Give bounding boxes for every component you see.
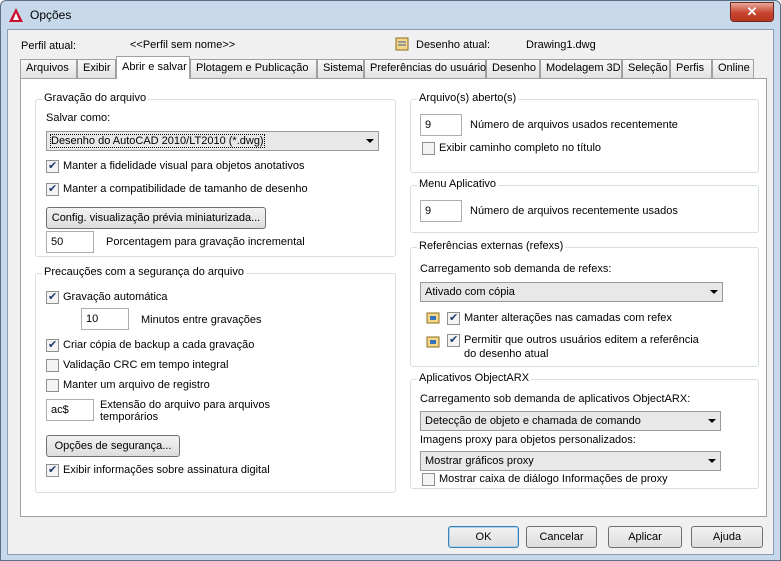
proxy-images-label: Imagens proxy para objetos personalizado…	[420, 434, 636, 446]
open-files-group: Arquivo(s) aberto(s) 9 Número de arquivo…	[410, 92, 759, 173]
file-save-title: Gravação do arquivo	[42, 92, 149, 104]
app-menu-group: Menu Aplicativo 9 Número de arquivos rec…	[410, 178, 759, 233]
digital-signature-checkbox[interactable]	[46, 463, 59, 477]
visual-fidelity-checkbox[interactable]	[46, 159, 59, 173]
security-options-button[interactable]: Opções de segurança...	[46, 435, 180, 457]
save-as-label: Salvar como:	[46, 112, 111, 124]
temp-ext-label-2: temporários	[100, 411, 159, 423]
xrefs-group: Referências externas (refexs) Carregamen…	[410, 240, 759, 367]
crc-checkbox[interactable]	[46, 359, 59, 372]
xref-demand-label: Carregamento sob demanda de refexs:	[420, 263, 612, 275]
tab-online[interactable]: Online	[712, 59, 754, 78]
cancel-button[interactable]: Cancelar	[526, 526, 597, 548]
tab-panel: Gravação do arquivo Salvar como: Desenho…	[20, 78, 767, 517]
app-menu-recent-label: Número de arquivos recentemente usados	[470, 205, 678, 217]
tab-arquivos[interactable]: Arquivos	[20, 59, 77, 78]
open-files-title: Arquivo(s) aberto(s)	[417, 92, 519, 104]
options-dialog: Opções ✕ Perfil atual: <<Perfil sem nome…	[0, 0, 781, 561]
window-title: Opções	[30, 8, 72, 22]
tab-plotagem[interactable]: Plotagem e Publicação	[190, 59, 317, 78]
drawing-value: Drawing1.dwg	[526, 39, 596, 51]
tab-selecao[interactable]: Seleção	[622, 59, 670, 78]
recent-files-input[interactable]: 9	[420, 114, 462, 136]
incremental-save-input[interactable]: 50	[46, 231, 94, 253]
proxy-dialog-checkbox[interactable]	[422, 473, 435, 486]
autocad-logo-icon	[9, 8, 23, 22]
xref-edit-icon	[426, 336, 440, 348]
autosave-checkbox[interactable]	[46, 290, 59, 304]
help-button[interactable]: Ajuda	[691, 526, 763, 548]
autosave-minutes-label: Minutos entre gravações	[141, 314, 262, 326]
drawing-icon	[395, 37, 409, 51]
xref-layer-icon	[426, 312, 440, 324]
chevron-down-icon	[366, 139, 374, 143]
tab-modelagem-3d[interactable]: Modelagem 3D	[540, 59, 622, 78]
recent-files-label: Número de arquivos usados recentemente	[470, 119, 678, 131]
chevron-down-icon	[710, 290, 718, 294]
full-path-label: Exibir caminho completo no título	[439, 142, 602, 154]
dialog-body: Perfil atual: <<Perfil sem nome>> Desenh…	[7, 29, 774, 555]
thumbnail-settings-button[interactable]: Config. visualização prévia miniaturizad…	[46, 207, 266, 229]
allow-edit-label-2: do desenho atual	[464, 348, 549, 360]
incremental-save-label: Porcentagem para gravação incremental	[106, 236, 305, 248]
backup-checkbox[interactable]	[46, 338, 59, 352]
tab-abrir-e-salvar[interactable]: Abrir e salvar	[116, 56, 190, 79]
chevron-down-icon	[708, 459, 716, 463]
safety-group: Precauções com a segurança do arquivo Gr…	[35, 266, 396, 493]
tab-sistema[interactable]: Sistema	[317, 59, 364, 78]
safety-title: Precauções com a segurança do arquivo	[42, 266, 246, 278]
temp-ext-label-1: Extensão do arquivo para arquivos	[100, 399, 270, 411]
visual-fidelity-label: Manter a fidelidade visual para objetos …	[63, 160, 305, 172]
objectarx-group: Aplicativos ObjectARX Carregamento sob d…	[410, 372, 759, 489]
full-path-checkbox[interactable]	[422, 142, 435, 155]
proxy-images-select[interactable]: Mostrar gráficos proxy	[420, 451, 721, 471]
retain-layers-checkbox[interactable]	[447, 311, 460, 325]
arx-demand-select[interactable]: Detecção de objeto e chamada de comando	[420, 411, 721, 431]
objectarx-title: Aplicativos ObjectARX	[417, 372, 532, 384]
tab-desenho[interactable]: Desenho	[486, 59, 540, 78]
arx-demand-label: Carregamento sob demanda de aplicativos …	[420, 393, 691, 405]
apply-button[interactable]: Aplicar	[608, 526, 682, 548]
close-button[interactable]: ✕	[730, 2, 774, 22]
xref-demand-select[interactable]: Ativado com cópia	[420, 282, 723, 302]
app-menu-recent-input[interactable]: 9	[420, 200, 462, 222]
crc-label: Validação CRC em tempo integral	[63, 359, 229, 371]
proxy-dialog-label: Mostrar caixa de diálogo Informações de …	[439, 473, 668, 485]
log-file-label: Manter um arquivo de registro	[63, 379, 210, 391]
drawing-label: Desenho atual:	[416, 39, 490, 51]
backup-label: Criar cópia de backup a cada gravação	[63, 339, 255, 351]
tab-perfis[interactable]: Perfis	[670, 59, 712, 78]
tab-preferencias[interactable]: Preferências do usuário	[364, 59, 486, 78]
autosave-minutes-input[interactable]: 10	[81, 308, 129, 330]
xrefs-title: Referências externas (refexs)	[417, 240, 566, 252]
log-file-checkbox[interactable]	[46, 379, 59, 392]
retain-layers-label: Manter alterações nas camadas com refex	[464, 312, 672, 324]
temp-ext-input[interactable]: ac$	[46, 399, 94, 421]
save-as-select[interactable]: Desenho do AutoCAD 2010/LT2010 (*.dwg)	[46, 131, 379, 151]
size-compat-label: Manter a compatibilidade de tamanho de d…	[63, 183, 308, 195]
allow-edit-label-1: Permitir que outros usuários editem a re…	[464, 334, 699, 346]
autosave-label: Gravação automática	[63, 291, 168, 303]
app-menu-title: Menu Aplicativo	[417, 178, 499, 190]
tab-exibir[interactable]: Exibir	[77, 59, 116, 78]
profile-value: <<Perfil sem nome>>	[130, 39, 236, 51]
profile-label: Perfil atual:	[21, 40, 77, 52]
size-compat-checkbox[interactable]	[46, 182, 59, 196]
ok-button[interactable]: OK	[448, 526, 519, 548]
chevron-down-icon	[708, 419, 716, 423]
title-bar[interactable]: Opções ✕	[1, 1, 780, 29]
allow-edit-checkbox[interactable]	[447, 333, 460, 347]
file-save-group: Gravação do arquivo Salvar como: Desenho…	[35, 92, 396, 257]
digital-signature-label: Exibir informações sobre assinatura digi…	[63, 464, 270, 476]
